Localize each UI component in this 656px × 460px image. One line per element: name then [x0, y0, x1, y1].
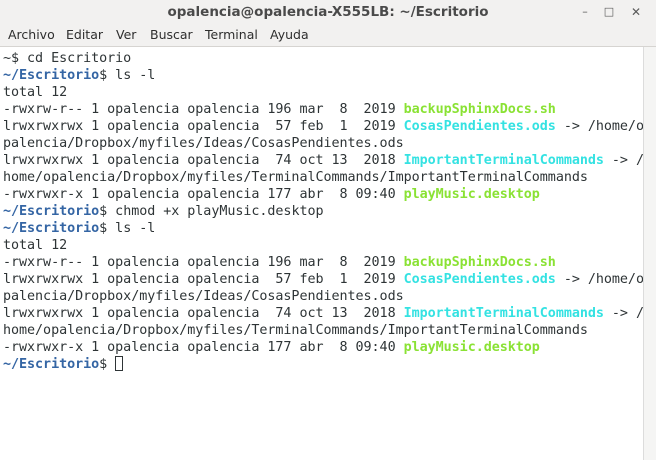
- title-bar[interactable]: opalencia@opalencia-X555LB: ~/Escritorio…: [0, 0, 656, 25]
- prompt-path: ~/Escritorio: [3, 204, 100, 219]
- terminal-line: total 12: [3, 237, 67, 254]
- terminal-line: ~/Escritorio$ ls -l: [3, 67, 155, 84]
- menu-ayuda[interactable]: Ayuda: [270, 24, 309, 46]
- window-title: opalencia@opalencia-X555LB: ~/Escritorio: [167, 4, 489, 20]
- menu-terminal[interactable]: Terminal: [205, 24, 258, 46]
- command-text: $ chmod +x playMusic.desktop: [99, 204, 324, 219]
- output-text: lrwxrwxrwx 1 opalencia opalencia 74 oct …: [3, 153, 404, 168]
- minimize-icon[interactable]: –: [576, 3, 594, 21]
- output-text: palencia/Dropbox/myfiles/Ideas/CosasPend…: [3, 136, 404, 151]
- terminal-line: palencia/Dropbox/myfiles/Ideas/CosasPend…: [3, 288, 404, 305]
- terminal-line: -rwxrwxr-x 1 opalencia opalencia 177 abr…: [3, 339, 540, 356]
- text-cursor: [115, 356, 124, 371]
- executable-name: backupSphinxDocs.sh: [403, 102, 556, 117]
- prompt-path: ~/Escritorio: [3, 357, 100, 372]
- output-text: home/opalencia/Dropbox/myfiles/TerminalC…: [3, 170, 588, 185]
- terminal-line: lrwxrwxrwx 1 opalencia opalencia 74 oct …: [3, 305, 643, 322]
- prompt-path: ~/Escritorio: [3, 68, 100, 83]
- terminal-line: ~/Escritorio$ ls -l: [3, 220, 155, 237]
- terminal-line: lrwxrwxrwx 1 opalencia opalencia 57 feb …: [3, 118, 643, 135]
- output-text: -rwxrw-r-- 1 opalencia opalencia 196 mar…: [3, 255, 404, 270]
- terminal-line: ~/Escritorio$ chmod +x playMusic.desktop: [3, 203, 324, 220]
- executable-name: playMusic.desktop: [403, 340, 540, 355]
- output-text: -rwxrwxr-x 1 opalencia opalencia 177 abr…: [3, 340, 404, 355]
- terminal-line: -rwxrwxr-x 1 opalencia opalencia 177 abr…: [3, 186, 540, 203]
- terminal-line: palencia/Dropbox/myfiles/Ideas/CosasPend…: [3, 135, 404, 152]
- executable-name: backupSphinxDocs.sh: [403, 255, 556, 270]
- link-target-text: -> /home/o: [555, 272, 643, 287]
- terminal-window: opalencia@opalencia-X555LB: ~/Escritorio…: [0, 0, 656, 460]
- output-text: total 12: [3, 238, 68, 253]
- output-text: lrwxrwxrwx 1 opalencia opalencia 74 oct …: [3, 306, 404, 321]
- output-text: home/opalencia/Dropbox/myfiles/TerminalC…: [3, 323, 588, 338]
- terminal-line: ~/Escritorio$: [3, 356, 124, 373]
- link-target-text: -> /: [603, 306, 643, 321]
- symlink-name: CosasPendientes.ods: [403, 119, 556, 134]
- scrollbar[interactable]: [643, 47, 656, 460]
- terminal-line: lrwxrwxrwx 1 opalencia opalencia 57 feb …: [3, 271, 643, 288]
- terminal-line: ~$ cd Escritorio: [3, 50, 131, 67]
- link-target-text: -> /home/o: [555, 119, 643, 134]
- menu-buscar[interactable]: Buscar: [150, 24, 193, 46]
- command-text: $ ls -l: [99, 221, 156, 236]
- terminal-line: home/opalencia/Dropbox/myfiles/TerminalC…: [3, 322, 588, 339]
- menu-ver[interactable]: Ver: [116, 24, 136, 46]
- output-text: ~$ cd Escritorio: [3, 51, 132, 66]
- close-icon[interactable]: ✕: [627, 3, 645, 21]
- prompt-path: ~/Escritorio: [3, 221, 100, 236]
- symlink-name: ImportantTerminalCommands: [403, 153, 604, 168]
- output-text: total 12: [3, 85, 68, 100]
- command-text: $: [99, 357, 116, 372]
- link-target-text: -> /: [603, 153, 643, 168]
- executable-name: playMusic.desktop: [403, 187, 540, 202]
- symlink-name: ImportantTerminalCommands: [403, 306, 604, 321]
- menu-bar: Archivo Editar Ver Buscar Terminal Ayuda: [0, 24, 656, 47]
- terminal-line: total 12: [3, 84, 67, 101]
- terminal-line: -rwxrw-r-- 1 opalencia opalencia 196 mar…: [3, 101, 556, 118]
- menu-archivo[interactable]: Archivo: [8, 24, 55, 46]
- menu-editar[interactable]: Editar: [66, 24, 103, 46]
- terminal-line: home/opalencia/Dropbox/myfiles/TerminalC…: [3, 169, 588, 186]
- output-text: lrwxrwxrwx 1 opalencia opalencia 57 feb …: [3, 272, 404, 287]
- output-text: -rwxrw-r-- 1 opalencia opalencia 196 mar…: [3, 102, 404, 117]
- maximize-icon[interactable]: □: [600, 3, 618, 21]
- output-text: palencia/Dropbox/myfiles/Ideas/CosasPend…: [3, 289, 404, 304]
- output-text: -rwxrwxr-x 1 opalencia opalencia 177 abr…: [3, 187, 404, 202]
- command-text: $ ls -l: [99, 68, 156, 83]
- symlink-name: CosasPendientes.ods: [403, 272, 556, 287]
- output-text: lrwxrwxrwx 1 opalencia opalencia 57 feb …: [3, 119, 404, 134]
- terminal-line: lrwxrwxrwx 1 opalencia opalencia 74 oct …: [3, 152, 643, 169]
- terminal-output[interactable]: ~$ cd Escritorio ~/Escritorio$ ls -l total…: [0, 47, 643, 460]
- terminal-line: -rwxrw-r-- 1 opalencia opalencia 196 mar…: [3, 254, 556, 271]
